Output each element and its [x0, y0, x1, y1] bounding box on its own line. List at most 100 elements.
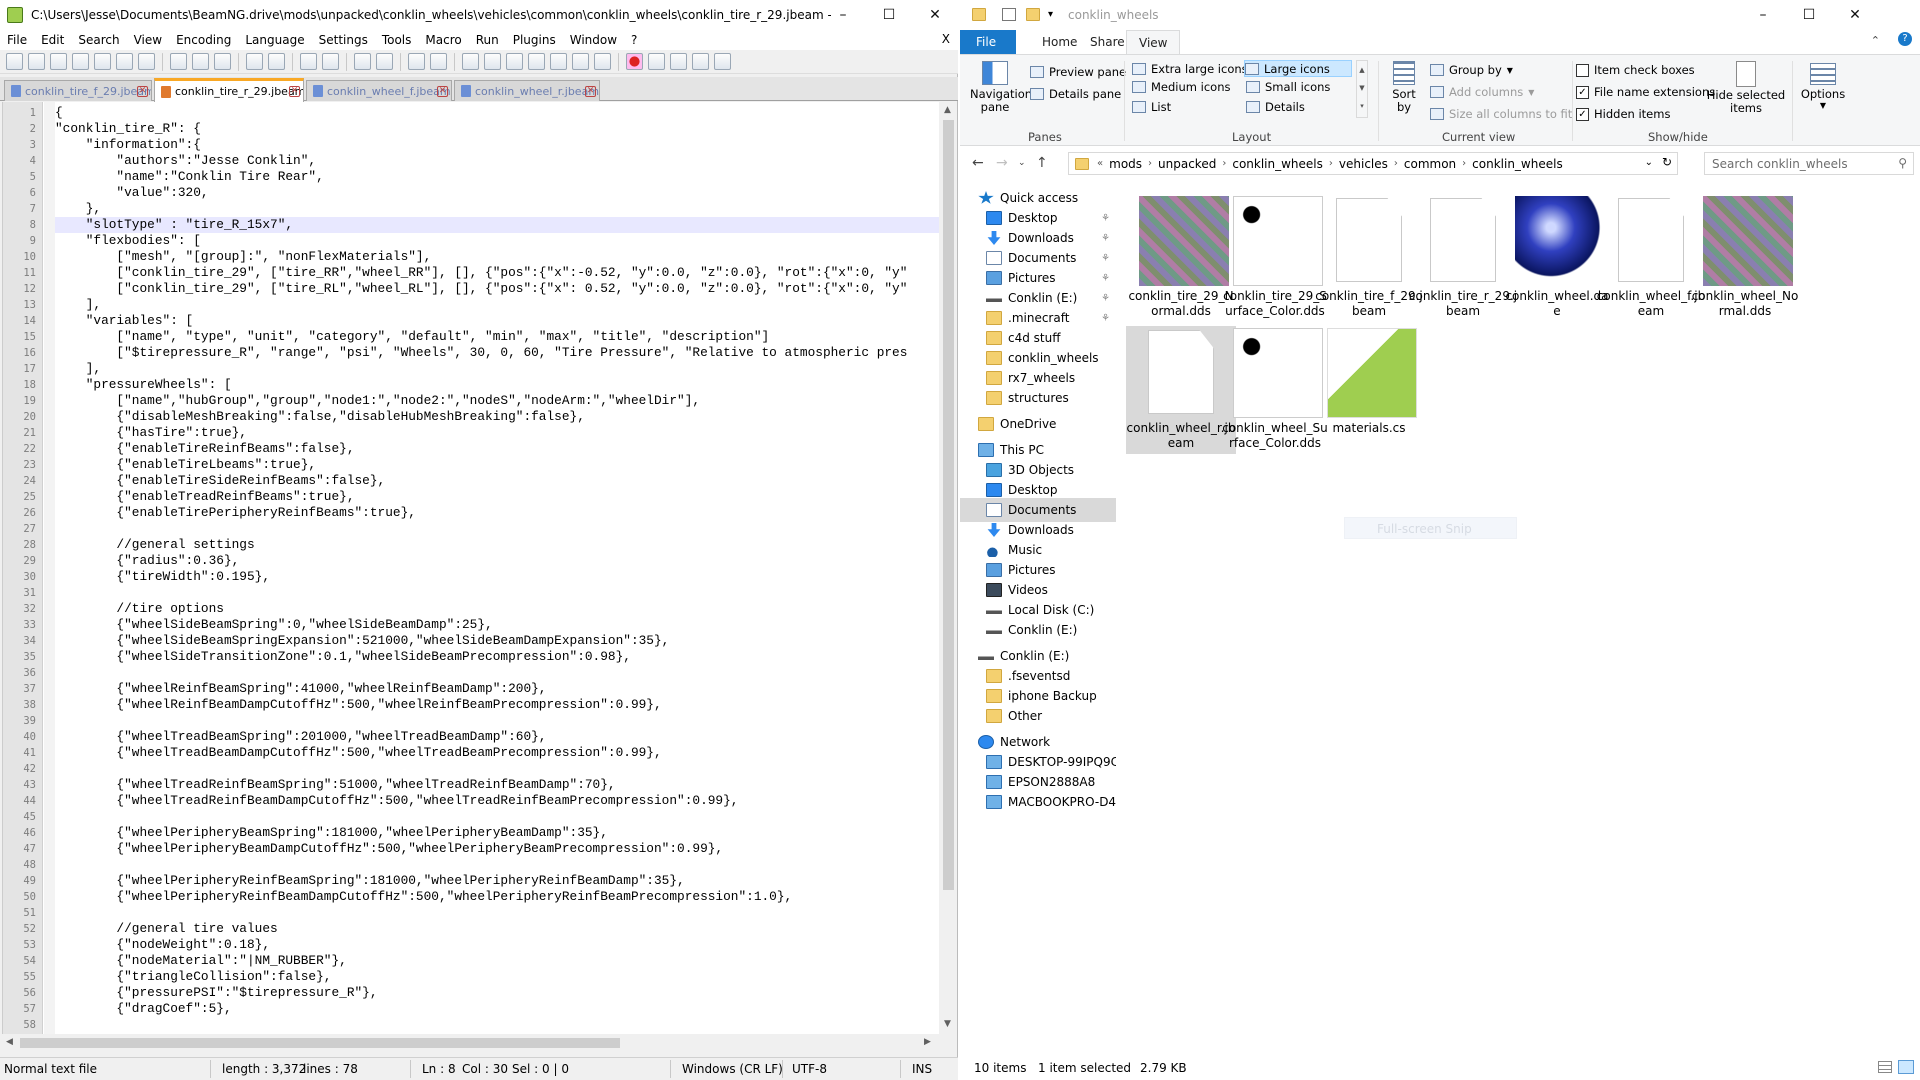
layout-small-icons[interactable]: Small icons [1246, 80, 1330, 94]
layout-details[interactable]: Details [1246, 100, 1305, 114]
function-list-icon[interactable] [550, 53, 567, 70]
scroll-down-icon[interactable]: ▼ [944, 1019, 951, 1029]
chevron-right-icon[interactable]: › [1460, 158, 1468, 169]
up-arrow-icon[interactable]: ↑ [1036, 155, 1048, 171]
menu-search[interactable]: Search [71, 33, 126, 47]
cut-icon[interactable] [170, 53, 187, 70]
new-file-icon[interactable] [6, 53, 23, 70]
menu-file[interactable]: File [0, 33, 34, 47]
code-line[interactable]: //general settings [55, 537, 254, 553]
chevron-right-icon[interactable]: › [1146, 158, 1154, 169]
menu-window[interactable]: Window [563, 33, 624, 47]
details-view-icon[interactable] [1878, 1061, 1892, 1073]
document-map-icon[interactable] [528, 53, 545, 70]
code-line[interactable]: "pressureWheels": [ [55, 377, 232, 393]
save-macro-icon[interactable] [714, 53, 731, 70]
zoom-in-icon[interactable] [354, 53, 371, 70]
copy-icon[interactable] [192, 53, 209, 70]
notepadpp-title-bar[interactable]: C:\Users\Jesse\Documents\BeamNG.drive\mo… [0, 0, 958, 30]
run-macro-multiple-icon[interactable] [692, 53, 709, 70]
sort-by-button[interactable]: Sort by [1386, 59, 1422, 125]
code-line[interactable]: {"dragCoef":5}, [55, 1001, 231, 1017]
breadcrumb-item[interactable]: vehicles [1335, 157, 1392, 171]
code-line[interactable]: "conklin_tire_R": { [55, 121, 201, 137]
breadcrumb-item[interactable]: conklin_wheels [1228, 157, 1327, 171]
sync-horizontal-icon[interactable] [430, 53, 447, 70]
close-file-icon[interactable] [94, 53, 111, 70]
code-line[interactable]: ["mesh", "[group]:", "nonFlexMaterials"]… [55, 249, 431, 265]
code-line[interactable]: //tire options [55, 601, 224, 617]
close-tab-icon[interactable]: ✕ [289, 86, 300, 97]
code-line[interactable]: {"wheelSideBeamSpring":0,"wheelSideBeamD… [55, 617, 492, 633]
hide-selected-items-button[interactable]: Hide selected items [1706, 59, 1786, 125]
layout-list[interactable]: List [1132, 100, 1171, 114]
nav-item-other[interactable]: Other [960, 704, 1116, 728]
redo-icon[interactable] [268, 53, 285, 70]
minimize-button[interactable]: – [820, 0, 866, 30]
save-all-icon[interactable] [72, 53, 89, 70]
scroll-up-icon[interactable]: ▲ [944, 105, 951, 115]
nav-item-onedrive[interactable]: OneDrive [960, 412, 1116, 436]
navigation-pane[interactable]: Quick access Desktop ⚘ Downloads ⚘ Documents ⚘… [960, 190, 1116, 1050]
options-button[interactable]: Options ▼ [1798, 59, 1848, 125]
menu-macro[interactable]: Macro [418, 33, 468, 47]
print-icon[interactable] [138, 53, 155, 70]
code-line[interactable]: ["$tirepressure_R", "range", "psi", "Whe… [55, 345, 907, 361]
menu-language[interactable]: Language [238, 33, 311, 47]
code-line[interactable]: {"wheelTreadBeamSpring":201000,"wheelTre… [55, 729, 546, 745]
code-line[interactable]: ["conklin_tire_29", ["tire_RL","wheel_RL… [55, 281, 907, 297]
minimize-ribbon-icon[interactable]: ⌃ [1871, 34, 1880, 47]
show-all-characters-icon[interactable] [484, 53, 501, 70]
code-line[interactable]: {"wheelReinfBeamDampCutoffHz":500,"wheel… [55, 697, 661, 713]
menu-plugins[interactable]: Plugins [506, 33, 563, 47]
menu-help[interactable]: ? [624, 33, 644, 47]
code-line[interactable]: {"enableTireSideReinfBeams":false}, [55, 473, 385, 489]
explorer-title-bar[interactable]: ▾ conklin_wheels – ☐ ✕ [960, 0, 1920, 30]
file-item[interactable]: conklin_wheel_Normal.dds [1690, 194, 1800, 322]
checkbox-checked[interactable]: ✓ [1576, 107, 1589, 121]
layout-extra-large-icons[interactable]: Extra large icons [1132, 60, 1248, 77]
record-macro-icon[interactable] [626, 53, 643, 70]
code-line[interactable]: {"wheelTreadReinfBeamDampCutoffHz":500,"… [55, 793, 738, 809]
layout-gallery-scroll[interactable]: ▲ ▼ ▾ [1356, 60, 1368, 118]
overflow-icon[interactable]: « [1095, 158, 1105, 169]
tab-conklin-wheel-f[interactable]: conklin_wheel_f.jbeam ✕ [306, 80, 452, 101]
recent-locations-icon[interactable]: ⌄ [1018, 158, 1026, 168]
code-line[interactable]: {"wheelReinfBeamSpring":41000,"wheelRein… [55, 681, 546, 697]
fold-margin[interactable] [44, 102, 55, 1034]
code-line[interactable]: {"radius":0.36}, [55, 553, 239, 569]
code-line[interactable]: ], [55, 361, 101, 377]
file-list[interactable]: conklin_tire_29_Normal.dds conklin_tire_2… [1120, 190, 1920, 1050]
tab-conklin-wheel-r[interactable]: conklin_wheel_r.jbeam ✕ [454, 80, 600, 101]
file-item[interactable]: materials.cs [1314, 326, 1424, 454]
paste-icon[interactable] [214, 53, 231, 70]
monitoring-icon[interactable] [594, 53, 611, 70]
preview-pane-button[interactable]: Preview pane [1030, 65, 1126, 79]
code-line[interactable]: {"enableTireLbeams":true}, [55, 457, 316, 473]
play-macro-icon[interactable] [670, 53, 687, 70]
breadcrumb-item[interactable]: mods [1105, 157, 1146, 171]
code-line[interactable]: {"wheelPeripheryBeamSpring":181000,"whee… [55, 825, 608, 841]
back-arrow-icon[interactable]: ← [972, 155, 984, 171]
code-line[interactable]: {"hasTire":true}, [55, 425, 247, 441]
code-line[interactable]: {"disableMeshBreaking":false,"disableHub… [55, 409, 584, 425]
code-line[interactable]: {"nodeMaterial":"|NM_RUBBER"}, [55, 953, 346, 969]
checkbox[interactable] [1576, 63, 1589, 77]
tab-conklin-tire-r-29[interactable]: conklin_tire_r_29.jbeam ✕ [154, 78, 304, 102]
scroll-right-icon[interactable]: ▶ [924, 1037, 931, 1047]
menu-run[interactable]: Run [469, 33, 506, 47]
code-line[interactable]: ["conklin_tire_29", ["tire_RR","wheel_RR… [55, 265, 907, 281]
maximize-button[interactable]: ☐ [1786, 0, 1832, 30]
code-line[interactable]: {"nodeWeight":0.18}, [55, 937, 270, 953]
layout-large-icons[interactable]: Large icons [1244, 60, 1352, 77]
nav-item-macbookpro-d4[interactable]: MACBOOKPRO-D4 [960, 790, 1116, 814]
close-button[interactable]: ✕ [1832, 0, 1878, 30]
large-icons-view-icon[interactable] [1898, 1060, 1914, 1074]
nav-item-structures[interactable]: structures [960, 386, 1116, 410]
search-input[interactable]: Search conklin_wheels ⚲ [1704, 152, 1914, 175]
replace-icon[interactable] [322, 53, 339, 70]
item-check-boxes-toggle[interactable]: Item check boxes [1576, 63, 1695, 77]
code-line[interactable]: "value":320, [55, 185, 208, 201]
code-line[interactable]: "flexbodies": [ [55, 233, 201, 249]
stop-macro-icon[interactable] [648, 53, 665, 70]
